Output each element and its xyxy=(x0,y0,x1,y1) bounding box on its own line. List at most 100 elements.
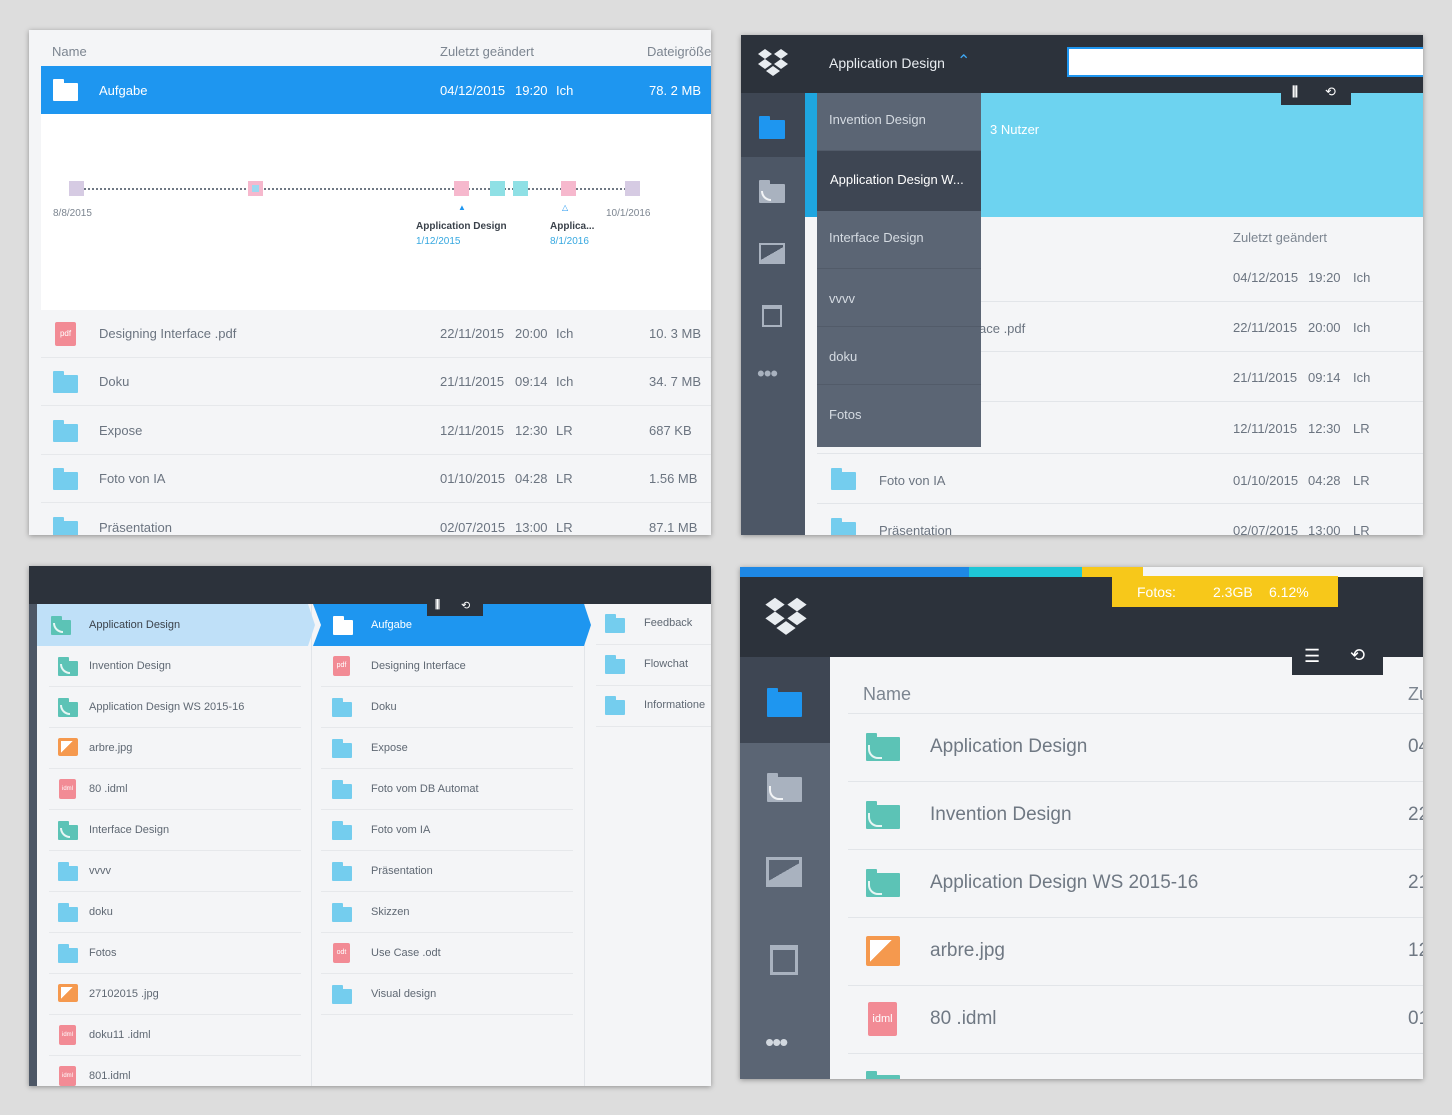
table-row[interactable]: Foto von IA 01/10/2015 04:28 LR xyxy=(817,454,1423,504)
more-icon[interactable]: ••• xyxy=(765,1027,788,1058)
list-item[interactable]: vvvv xyxy=(49,851,301,892)
image-icon[interactable] xyxy=(766,857,802,887)
refresh-icon[interactable]: ⟲ xyxy=(1325,84,1336,100)
view-toggle[interactable]: ⫼ ⟲ xyxy=(427,596,483,616)
table-row[interactable]: Doku 21/11/2015 09:14 Ich 34. 7 MB xyxy=(41,358,711,406)
timeline-node[interactable] xyxy=(490,181,505,196)
view-toggle[interactable]: ⫼ ⟲ xyxy=(1281,81,1351,105)
row-name: Application Design WS 2015-16 xyxy=(930,872,1199,893)
dropdown-item[interactable]: Fotos xyxy=(817,385,981,447)
timeline-node[interactable] xyxy=(248,181,263,196)
header-modified[interactable]: Zuletzt geändert xyxy=(1233,230,1327,245)
image-icon[interactable] xyxy=(759,243,785,264)
list-item[interactable]: Präsentation xyxy=(321,851,573,892)
item-label: Application Design WS 2015-16 xyxy=(89,701,245,713)
table-row[interactable]: pdf Designing Interface .pdf 22/11/2015 … xyxy=(41,310,711,358)
row-date: 22/11/2015 xyxy=(1233,320,1298,335)
table-row[interactable]: Präsentation 02/07/2015 13:00 LR 87.1 MB xyxy=(41,504,711,535)
table-row[interactable]: Invention Design 22 xyxy=(848,782,1423,850)
list-item[interactable]: Invention Design xyxy=(49,646,301,687)
dropbox-logo-icon[interactable] xyxy=(757,47,789,79)
list-item[interactable]: Application Design WS 2015-16 xyxy=(49,687,301,728)
chevron-up-icon[interactable]: ⌃ xyxy=(957,51,970,71)
version-timeline: 8/8/2015 10/1/2016 ▲ Application Design … xyxy=(41,114,711,310)
dropdown-item-label: doku xyxy=(829,349,858,364)
timeline-node[interactable] xyxy=(69,181,84,196)
folder-icon xyxy=(58,862,78,881)
file-list: Name Zu Application Design 04 Invention … xyxy=(830,657,1423,1079)
list-item[interactable]: Expose xyxy=(321,728,573,769)
timeline-end-date: 10/1/2016 xyxy=(606,208,651,219)
list-item[interactable]: doku xyxy=(49,892,301,933)
list-item[interactable]: Visual design xyxy=(321,974,573,1015)
row-date: 01/10/2015 xyxy=(1233,473,1299,488)
list-item[interactable]: Flowchat xyxy=(596,645,711,686)
refresh-icon[interactable]: ⟲ xyxy=(461,599,470,612)
row-name: 80 .idml xyxy=(930,1008,997,1029)
item-label: vvvv xyxy=(89,865,111,877)
header-modified[interactable]: Zuletzt geändert xyxy=(440,44,534,59)
search-input[interactable] xyxy=(1067,47,1423,77)
row-name: Doku xyxy=(99,374,130,389)
dropdown-item[interactable]: Invention Design xyxy=(817,93,981,151)
timeline-node[interactable] xyxy=(454,181,469,196)
columns-icon[interactable]: ⫼ xyxy=(435,599,440,612)
dropbox-logo-icon[interactable] xyxy=(764,595,808,639)
row-date: 12/11/2015 xyxy=(1233,421,1298,436)
list-item[interactable]: Skizzen xyxy=(321,892,573,933)
table-row[interactable]: Foto von IA 01/10/2015 04:28 LR 1.56 MB xyxy=(41,455,711,503)
list-item[interactable]: Foto vom DB Automat xyxy=(321,769,573,810)
dropdown-item[interactable]: vvvv xyxy=(817,269,981,327)
row-name: Foto von IA xyxy=(879,473,946,488)
folder-icon xyxy=(332,903,352,922)
header-name[interactable]: Name xyxy=(863,684,911,705)
timeline-node[interactable] xyxy=(625,181,640,196)
table-row[interactable]: Expose 12/11/2015 12:30 LR 687 KB xyxy=(41,407,711,455)
list-item[interactable]: idml 80 .idml xyxy=(49,769,301,810)
table-row[interactable]: idml 80 .idml 01 xyxy=(848,986,1423,1054)
list-item[interactable]: pdf Designing Interface xyxy=(321,646,573,687)
shared-folder-icon[interactable] xyxy=(767,773,802,802)
row-name: Designing Interface .pdf xyxy=(99,326,237,341)
shared-folder-icon[interactable] xyxy=(759,180,785,203)
columns-icon[interactable]: ⫼ xyxy=(1292,84,1298,100)
list-item[interactable]: Fotos xyxy=(49,933,301,974)
more-icon[interactable]: ••• xyxy=(757,361,778,387)
table-row[interactable]: Application Design 04 xyxy=(848,714,1423,782)
timeline-node[interactable] xyxy=(513,181,528,196)
table-row[interactable]: arbre.jpg 12 xyxy=(848,918,1423,986)
folder-title[interactable]: Application Design xyxy=(829,55,945,71)
list-item[interactable]: odt Use Case .odt xyxy=(321,933,573,974)
list-item[interactable]: idml 801.idml xyxy=(49,1056,301,1086)
list-item[interactable]: Informatione xyxy=(596,686,711,727)
row-date: 12/11/2015 xyxy=(440,423,505,438)
row-size: 687 KB xyxy=(649,423,692,438)
panel-timeline-view: Name Zuletzt geändert Dateigröße Aufgabe… xyxy=(29,30,711,535)
header-size[interactable]: Dateigröße xyxy=(647,44,711,59)
table-row[interactable]: Präsentation 02/07/2015 13:00 LR xyxy=(817,504,1423,535)
list-item[interactable]: Foto vom IA xyxy=(321,810,573,851)
header-name[interactable]: Name xyxy=(52,44,87,59)
item-label: Skizzen xyxy=(371,906,410,918)
list-item[interactable]: 27102015 .jpg xyxy=(49,974,301,1015)
row-user: Ich xyxy=(1353,270,1371,285)
row-time: 09:14 xyxy=(515,374,548,389)
column-item-selected[interactable]: Application Design xyxy=(37,604,315,646)
selected-row[interactable]: Aufgabe 04/12/2015 19:20 Ich 78. 2 MB xyxy=(41,66,711,114)
list-item[interactable]: Feedback xyxy=(596,604,711,645)
header-modified[interactable]: Zu xyxy=(1408,684,1423,705)
list-item[interactable]: idml doku11 .idml xyxy=(49,1015,301,1056)
table-row[interactable]: Application Design WS 2015-16 21 xyxy=(848,850,1423,918)
dropdown-item-label: Interface Design xyxy=(829,230,924,245)
trash-icon[interactable] xyxy=(770,945,798,975)
folder-icon xyxy=(332,698,352,717)
dropdown-item-active[interactable]: Application Design W... xyxy=(817,151,981,211)
list-item[interactable]: Doku xyxy=(321,687,573,728)
dropdown-item[interactable]: doku xyxy=(817,327,981,385)
trash-icon[interactable] xyxy=(762,305,782,327)
list-item[interactable]: arbre.jpg xyxy=(49,728,301,769)
list-item[interactable]: Interface Design xyxy=(49,810,301,851)
dropdown-item[interactable]: Interface Design xyxy=(817,211,981,269)
timeline-node[interactable] xyxy=(561,181,576,196)
shared-folder-icon xyxy=(58,821,78,840)
